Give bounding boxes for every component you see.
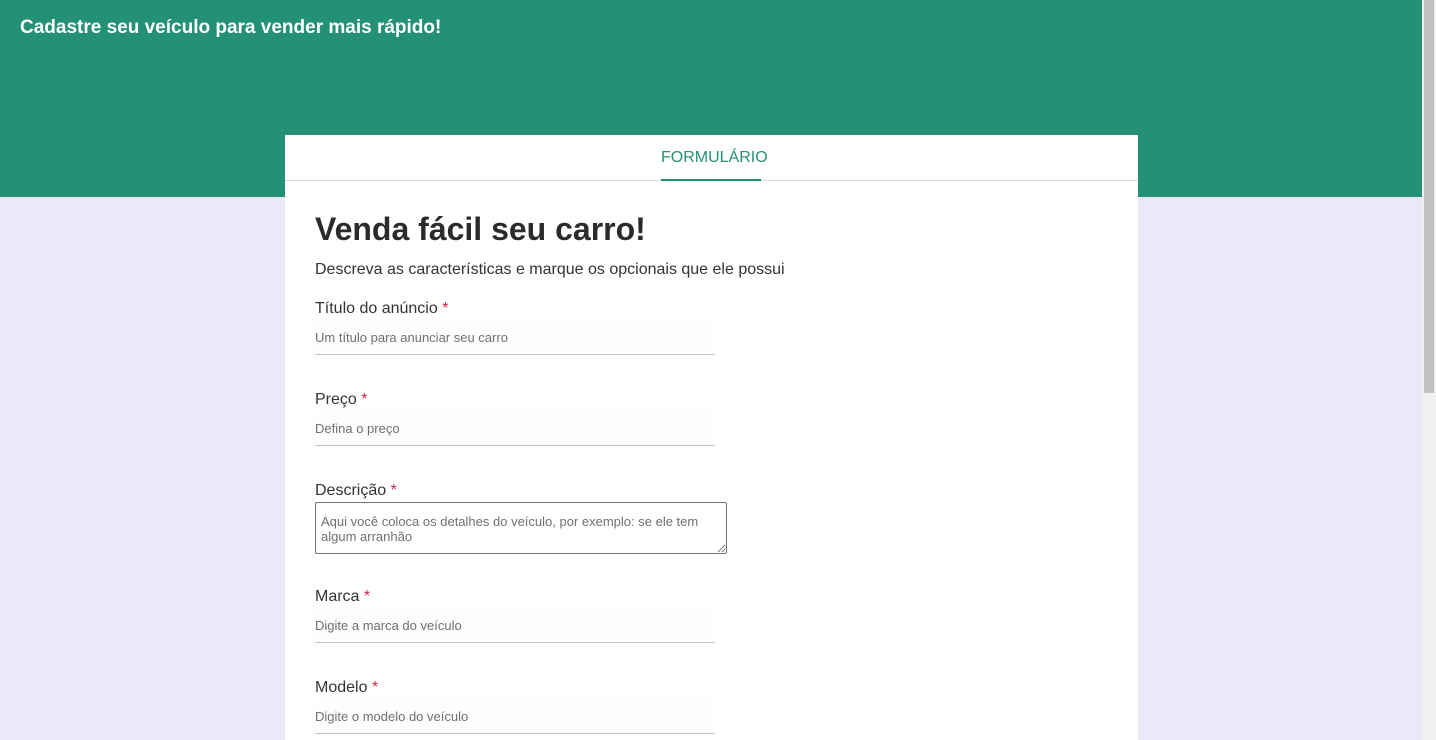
tab-bar: FORMULÁRIO	[285, 135, 1138, 181]
form-subtitle: Descreva as características e marque os …	[315, 261, 785, 278]
field-label-titulo: Título do anúncio *	[315, 300, 1115, 318]
field-preco: Preço *	[315, 391, 1115, 446]
field-titulo: Título do anúncio *	[315, 300, 1115, 355]
modelo-input[interactable]	[315, 699, 715, 734]
titulo-input[interactable]	[315, 320, 715, 355]
field-marca: Marca *	[315, 588, 1115, 643]
form-card: FORMULÁRIO Venda fácil seu carro! Descre…	[285, 135, 1138, 740]
field-label-modelo: Modelo *	[315, 679, 1115, 697]
marca-input[interactable]	[315, 608, 715, 643]
required-marker: *	[390, 482, 397, 499]
scrollbar-thumb[interactable]	[1424, 0, 1434, 393]
field-label-descricao: Descrição *	[315, 482, 1115, 500]
page-scrollbar[interactable]	[1422, 0, 1436, 740]
label-text: Marca	[315, 588, 360, 605]
label-text: Modelo	[315, 679, 368, 696]
vehicle-form: Venda fácil seu carro! Descreva as carac…	[315, 210, 1115, 734]
label-text: Título do anúncio	[315, 300, 438, 317]
form-title: Venda fácil seu carro!	[315, 211, 646, 247]
active-tab-indicator	[661, 179, 761, 181]
field-descricao: Descrição *	[315, 482, 1115, 554]
tab-formulario[interactable]: FORMULÁRIO	[661, 135, 768, 180]
preco-input[interactable]	[315, 411, 715, 446]
descricao-textarea[interactable]	[315, 502, 727, 554]
field-label-preco: Preço *	[315, 391, 1115, 409]
required-marker: *	[442, 300, 449, 317]
field-modelo: Modelo *	[315, 679, 1115, 734]
label-text: Descrição	[315, 482, 387, 499]
required-marker: *	[361, 391, 368, 408]
required-marker: *	[371, 679, 379, 696]
header-title: Cadastre seu veículo para vender mais rá…	[20, 17, 442, 38]
label-text: Preço	[315, 391, 357, 408]
field-label-marca: Marca *	[315, 588, 1115, 606]
required-marker: *	[363, 588, 371, 605]
